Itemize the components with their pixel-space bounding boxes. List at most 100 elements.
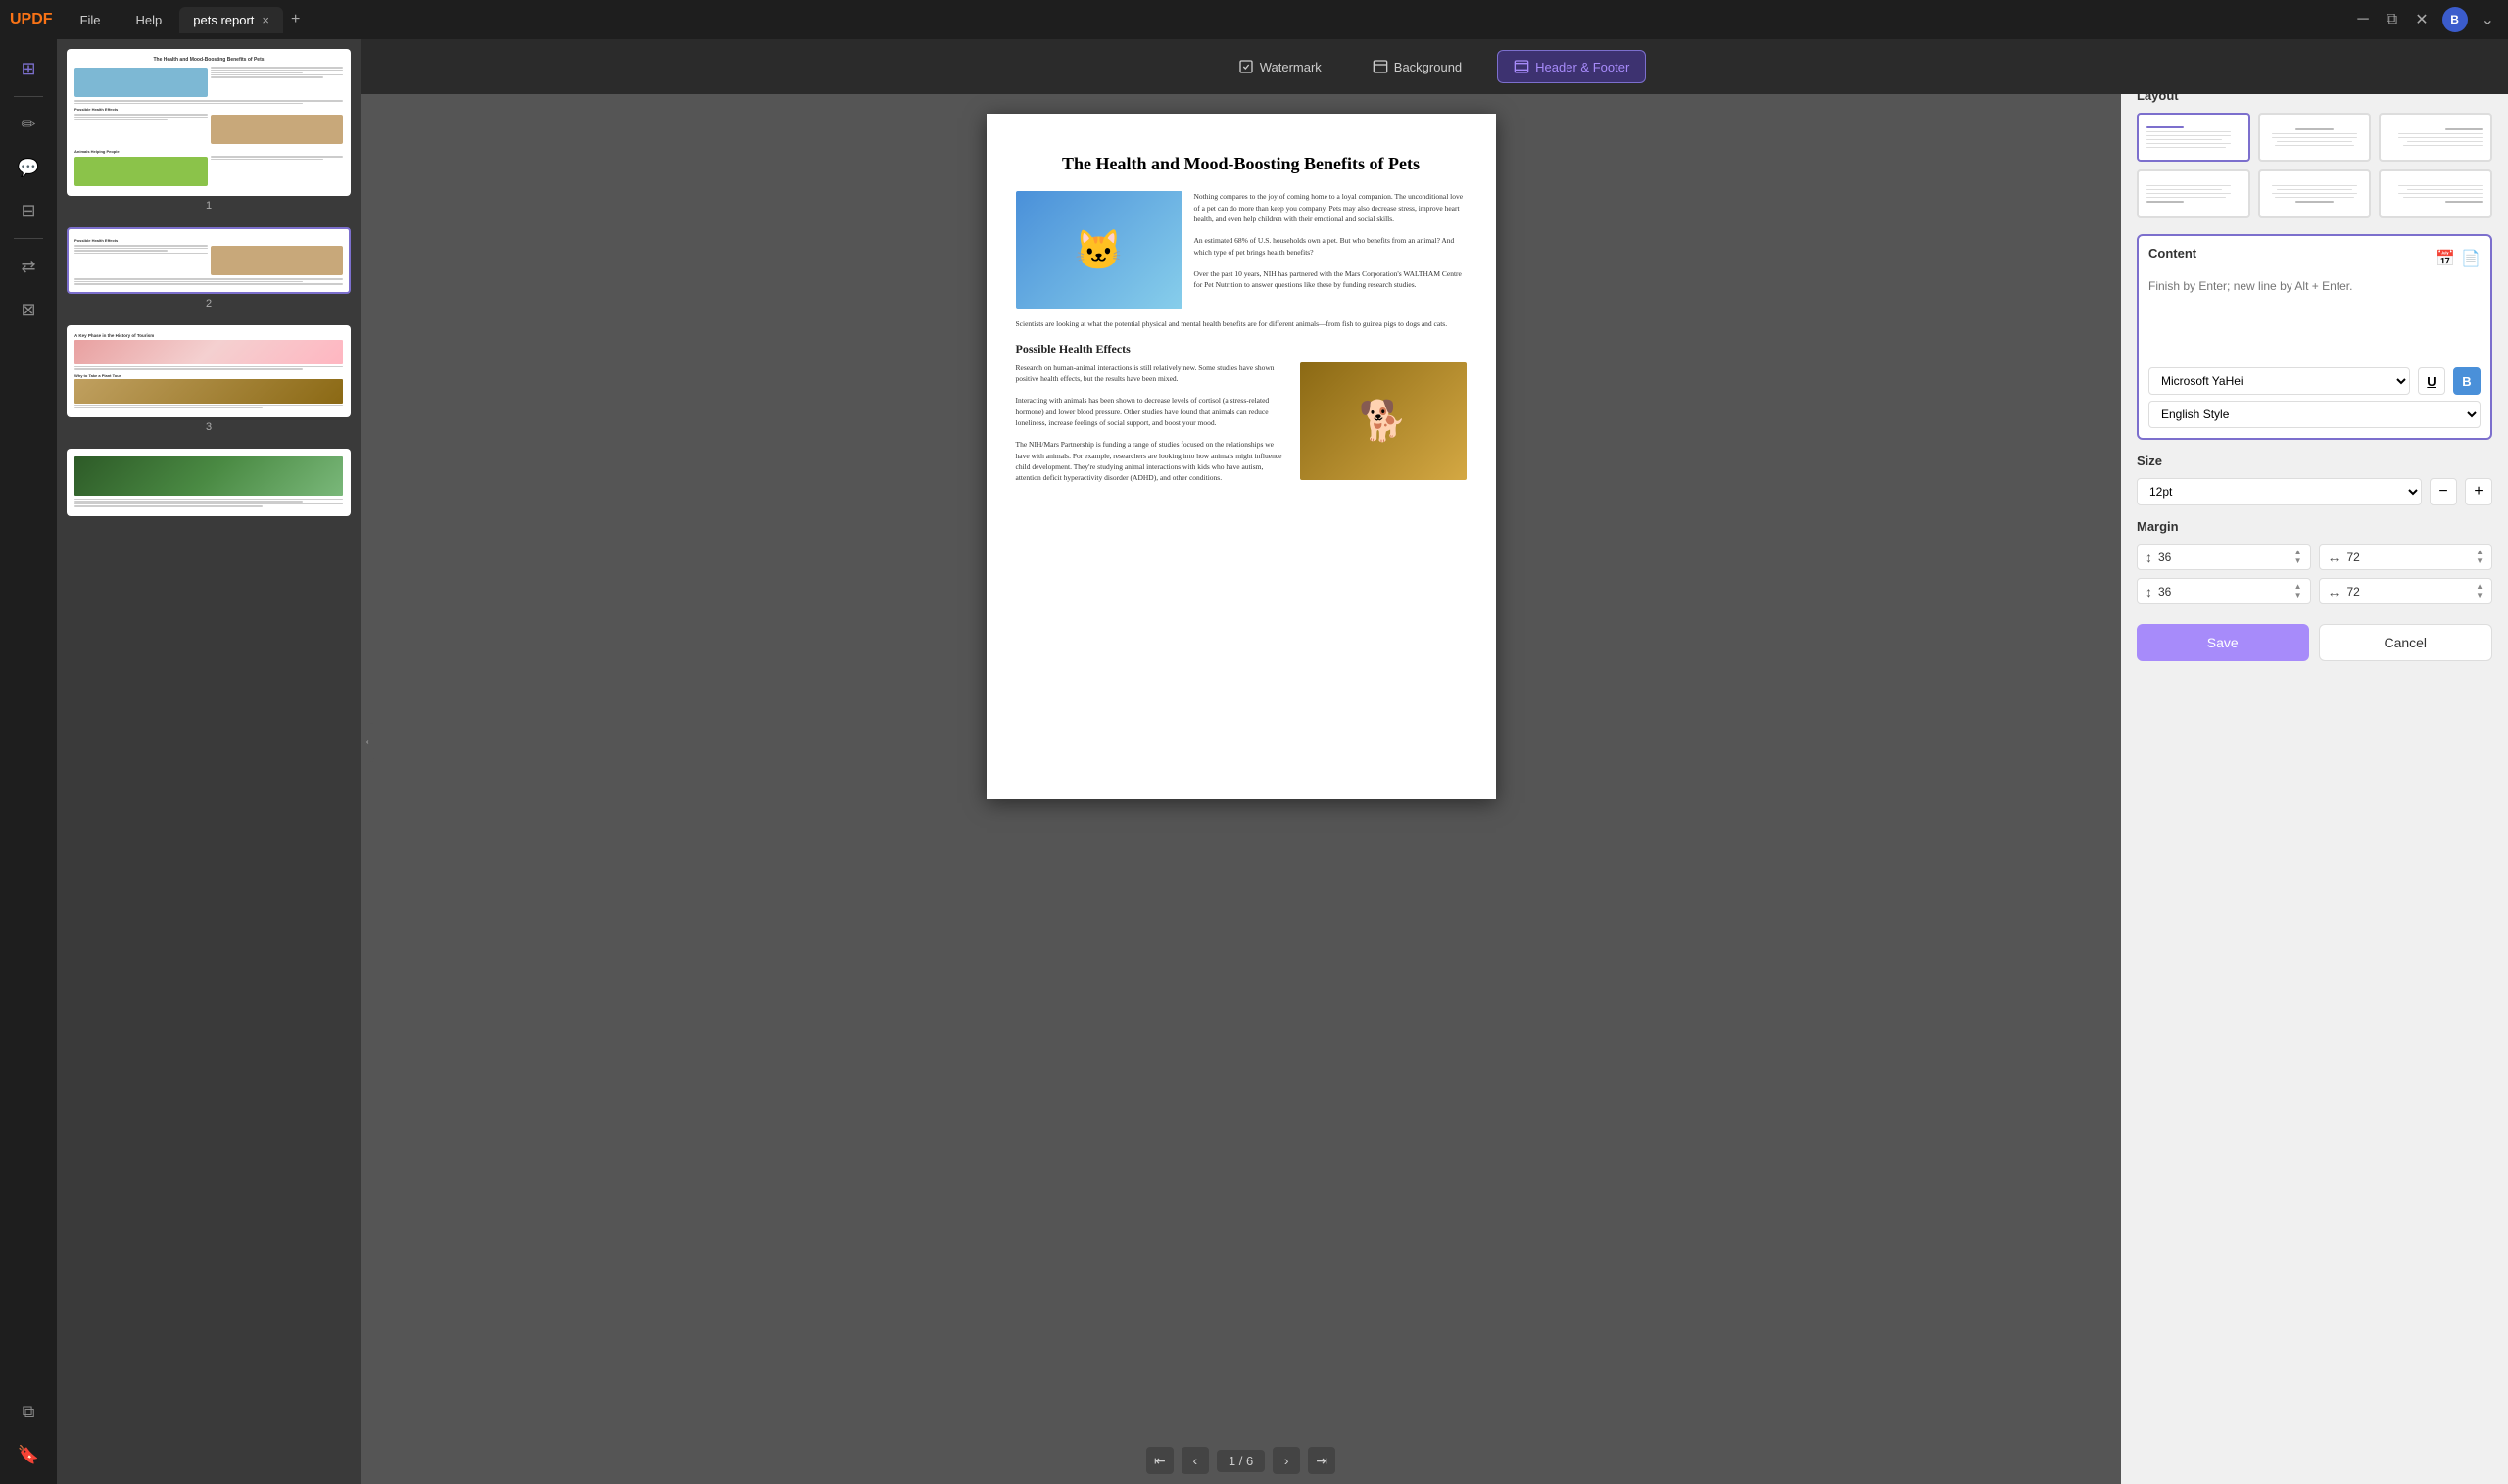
margin-top-up[interactable]: ▲ bbox=[2294, 549, 2302, 556]
layers-sidebar-item[interactable]: ⧉ bbox=[9, 1392, 48, 1431]
menu-help[interactable]: Help bbox=[128, 9, 170, 31]
layout-bottom-right[interactable] bbox=[2379, 169, 2492, 218]
layout-bottom-center[interactable] bbox=[2258, 169, 2372, 218]
t3-l2 bbox=[74, 368, 303, 370]
last-page-button[interactable]: ⇥ bbox=[1308, 1447, 1335, 1474]
margin-left-up[interactable]: ▲ bbox=[2476, 583, 2484, 591]
thumb-col-img bbox=[74, 66, 208, 99]
margin-bottom-spinners: ▲ ▼ bbox=[2294, 583, 2302, 599]
margin-bottom-item: ↕ 36 ▲ ▼ bbox=[2137, 578, 2311, 604]
active-tab[interactable]: pets report × bbox=[179, 7, 283, 33]
prev-page-button[interactable]: ‹ bbox=[1182, 1447, 1209, 1474]
thumb-num-1: 1 bbox=[67, 200, 351, 212]
pdf-main-section: 🐱 Nothing compares to the joy of coming … bbox=[1016, 191, 1467, 309]
thumb-content-2: Possible Health Effects bbox=[69, 229, 349, 292]
size-decrease-button[interactable]: − bbox=[2430, 478, 2457, 505]
page-indicator: 1 / 6 bbox=[1217, 1450, 1265, 1472]
content-section: Content 📅 📄 Microsoft YaHei U B English … bbox=[2137, 234, 2492, 440]
t2-l3 bbox=[74, 250, 168, 252]
t4-l4 bbox=[74, 505, 263, 507]
size-label: Size bbox=[2137, 454, 2492, 468]
style-select[interactable]: English Style bbox=[2148, 401, 2481, 428]
thumbnails-sidebar-item[interactable]: ⊞ bbox=[9, 49, 48, 88]
t2-l1 bbox=[74, 245, 208, 247]
collapse-panel-button[interactable]: ‹ bbox=[361, 723, 374, 762]
t3-l4 bbox=[74, 407, 263, 408]
size-increase-button[interactable]: + bbox=[2465, 478, 2492, 505]
bold-button[interactable]: B bbox=[2453, 367, 2481, 395]
t4-l1 bbox=[74, 499, 343, 501]
layout-grid bbox=[2137, 113, 2492, 218]
thumb2-col-text bbox=[74, 244, 208, 277]
calendar-icon[interactable]: 📅 bbox=[2436, 249, 2455, 268]
first-page-button[interactable]: ⇤ bbox=[1146, 1447, 1174, 1474]
thumb-img-2[interactable]: Possible Health Effects bbox=[67, 227, 351, 294]
content-input[interactable] bbox=[2148, 278, 2481, 357]
header-footer-button[interactable]: Header & Footer bbox=[1497, 50, 1646, 83]
margin-top-icon: ↕ bbox=[2146, 550, 2152, 565]
page-separator: / bbox=[1239, 1454, 1243, 1468]
thumbnail-4[interactable] bbox=[67, 449, 351, 516]
minimize-button[interactable]: ─ bbox=[2353, 7, 2372, 32]
add-tab-button[interactable]: + bbox=[291, 11, 300, 28]
pdf-body-6: Interacting with animals has been shown … bbox=[1016, 395, 1288, 428]
menu-file[interactable]: File bbox=[72, 9, 109, 31]
close-button[interactable]: ✕ bbox=[2411, 6, 2432, 33]
user-avatar[interactable]: B bbox=[2442, 7, 2468, 32]
convert-sidebar-item[interactable]: ⇄ bbox=[9, 247, 48, 286]
pdf-body-4: Scientists are looking at what the poten… bbox=[1016, 318, 1467, 329]
titlebar: UPDF File Help pets report × + ─ ⧉ ✕ B ⌄ bbox=[0, 0, 2508, 39]
margin-section: Margin ↕ 36 ▲ ▼ ↔ 72 ▲ ▼ bbox=[2137, 519, 2492, 604]
margin-right-up[interactable]: ▲ bbox=[2476, 549, 2484, 556]
sidebar-bottom: ⧉ 🔖 bbox=[9, 1392, 48, 1474]
edit-sidebar-item[interactable]: ✏ bbox=[9, 105, 48, 144]
layout-top-left[interactable] bbox=[2137, 113, 2250, 162]
margin-bottom-down[interactable]: ▼ bbox=[2294, 592, 2302, 599]
thumbnail-2[interactable]: Possible Health Effects 2 bbox=[67, 227, 351, 310]
margin-top-spinners: ▲ ▼ bbox=[2294, 549, 2302, 565]
pdf-body-7: The NIH/Mars Partnership is funding a ra… bbox=[1016, 439, 1288, 483]
pdf-cat-image: 🐱 bbox=[1016, 191, 1182, 309]
save-button[interactable]: Save bbox=[2137, 624, 2309, 661]
pdf-body-3: Over the past 10 years, NIH has partnere… bbox=[1194, 268, 1467, 291]
size-select[interactable]: 12pt bbox=[2137, 478, 2422, 505]
thumb-img-3[interactable]: A Key Phase in the History of Tourism Wh… bbox=[67, 325, 351, 417]
background-icon bbox=[1373, 59, 1388, 74]
organize-sidebar-item[interactable]: ⊟ bbox=[9, 191, 48, 230]
left-sidebar: ⊞ ✏ 💬 ⊟ ⇄ ⊠ ⧉ 🔖 bbox=[0, 39, 57, 1484]
thumb3-img2 bbox=[74, 379, 343, 404]
thumbnail-3[interactable]: A Key Phase in the History of Tourism Wh… bbox=[67, 325, 351, 433]
pdf-cat-image-block: 🐱 bbox=[1016, 191, 1182, 309]
cancel-button[interactable]: Cancel bbox=[2319, 624, 2493, 661]
thumb-col3-text bbox=[211, 155, 344, 188]
next-page-button[interactable]: › bbox=[1273, 1447, 1300, 1474]
thumb-line-3 bbox=[211, 72, 304, 73]
total-pages: 6 bbox=[1246, 1454, 1253, 1468]
underline-button[interactable]: U bbox=[2418, 367, 2445, 395]
layout-bottom-left[interactable] bbox=[2137, 169, 2250, 218]
pdf-body-1: Nothing compares to the joy of coming ho… bbox=[1194, 191, 1467, 224]
margin-left-down[interactable]: ▼ bbox=[2476, 592, 2484, 599]
thumb-content-1: The Health and Mood-Boosting Benefits of… bbox=[69, 51, 349, 194]
thumb-full-1 bbox=[74, 100, 343, 102]
layout-top-right[interactable] bbox=[2379, 113, 2492, 162]
bookmark-sidebar-item[interactable]: 🔖 bbox=[9, 1435, 48, 1474]
tab-label: pets report bbox=[193, 13, 254, 27]
background-button[interactable]: Background bbox=[1357, 51, 1477, 82]
comment-sidebar-item[interactable]: 💬 bbox=[9, 148, 48, 187]
margin-right-down[interactable]: ▼ bbox=[2476, 557, 2484, 565]
watermark-button[interactable]: Watermark bbox=[1223, 51, 1337, 82]
thumbnail-1[interactable]: The Health and Mood-Boosting Benefits of… bbox=[67, 49, 351, 212]
font-select[interactable]: Microsoft YaHei bbox=[2148, 367, 2410, 395]
margin-bottom-up[interactable]: ▲ bbox=[2294, 583, 2302, 591]
size-row: 12pt − + bbox=[2137, 478, 2492, 505]
maximize-button[interactable]: ⧉ bbox=[2383, 7, 2401, 32]
thumb-num-2: 2 bbox=[67, 298, 351, 310]
export-sidebar-item[interactable]: ⊠ bbox=[9, 290, 48, 329]
thumb-img-4[interactable] bbox=[67, 449, 351, 516]
tab-close-button[interactable]: × bbox=[262, 13, 269, 27]
thumb-img-1[interactable]: The Health and Mood-Boosting Benefits of… bbox=[67, 49, 351, 196]
margin-top-down[interactable]: ▼ bbox=[2294, 557, 2302, 565]
page-number-icon[interactable]: 📄 bbox=[2461, 249, 2481, 268]
layout-top-center[interactable] bbox=[2258, 113, 2372, 162]
